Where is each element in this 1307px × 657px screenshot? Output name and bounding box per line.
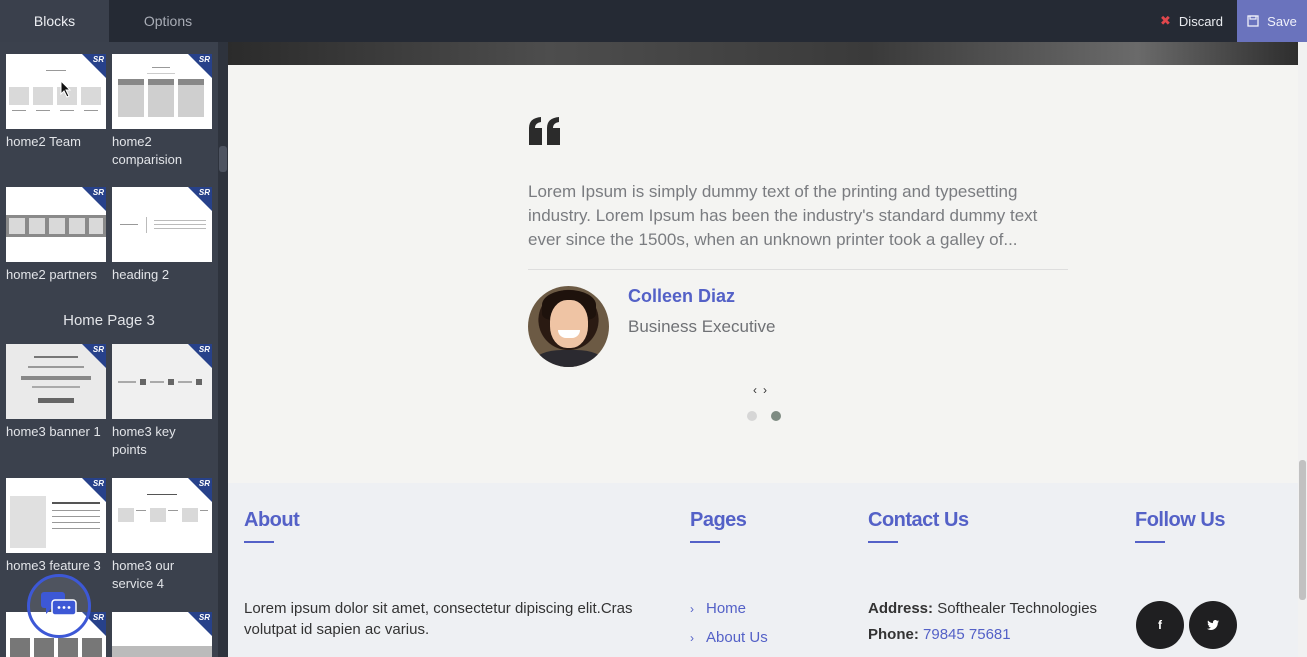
page-canvas[interactable]: Lorem Ipsum is simply dummy text of the … xyxy=(228,42,1298,657)
page-scrollbar-thumb[interactable] xyxy=(1299,460,1306,600)
sr-badge: SR xyxy=(198,188,210,197)
block-label: home2 Team xyxy=(6,134,81,149)
block-label: heading 2 xyxy=(112,267,170,282)
testimonial-name: Colleen Diaz xyxy=(628,286,736,306)
block-thumbnail: SR xyxy=(112,187,212,262)
block-heading-2[interactable]: SR heading 2 xyxy=(112,187,212,284)
phone-label: Phone: xyxy=(868,626,919,643)
tab-blocks[interactable]: Blocks xyxy=(0,0,109,42)
footer-address: Address: Softhealer Technologies xyxy=(868,598,1097,619)
chevron-right-icon: › xyxy=(690,631,694,645)
heading-underline xyxy=(868,541,898,543)
block-home3-key-points[interactable]: SR home3 key points xyxy=(112,344,212,459)
block-home3-feature-3[interactable]: SR home3 feature 3 xyxy=(6,478,106,575)
carousel-dot-2-active[interactable] xyxy=(771,411,781,421)
footer-about-heading: About xyxy=(244,509,300,531)
block-thumbnail: SR xyxy=(112,344,212,419)
avatar xyxy=(528,286,609,367)
carousel-prev-button[interactable]: ‹ xyxy=(753,383,763,397)
sr-badge: SR xyxy=(92,613,104,622)
block-label: home3 key points xyxy=(112,424,176,457)
sidebar-scrollbar[interactable] xyxy=(218,42,228,657)
sr-badge: SR xyxy=(198,613,210,622)
address-value: Softhealer Technologies xyxy=(937,600,1098,617)
block-thumbnail: SR xyxy=(112,54,212,129)
sr-badge: SR xyxy=(198,55,210,64)
sr-badge: SR xyxy=(198,479,210,488)
chevron-right-icon: › xyxy=(690,602,694,616)
sr-badge: SR xyxy=(198,345,210,354)
discard-label: Discard xyxy=(1178,13,1223,29)
facebook-icon[interactable]: f xyxy=(1136,601,1184,649)
blocks-sidebar[interactable]: SR home2 Team SR home2 comparision SR ho… xyxy=(0,42,218,657)
section-title-home-page-3: Home Page 3 xyxy=(63,312,155,329)
heading-underline xyxy=(244,541,274,543)
chat-bubble-icon xyxy=(41,592,77,616)
block-partial-2[interactable]: SR xyxy=(112,612,212,657)
carousel-next-button[interactable]: › xyxy=(763,383,773,397)
heading-underline xyxy=(690,541,720,543)
chat-widget-button[interactable] xyxy=(27,574,91,638)
footer-contact-heading: Contact Us xyxy=(868,509,969,531)
footer-link-about-us[interactable]: About Us xyxy=(706,629,768,646)
footer-follow-heading: Follow Us xyxy=(1135,509,1225,531)
close-icon: ✖ xyxy=(1160,13,1171,28)
carousel-arrows: ‹› xyxy=(753,383,773,397)
save-label: Save xyxy=(1267,13,1297,29)
divider xyxy=(528,269,1068,270)
sr-badge: SR xyxy=(92,188,104,197)
block-home3-banner-1[interactable]: SR home3 banner 1 xyxy=(6,344,106,441)
carousel-dot-1[interactable] xyxy=(747,411,757,421)
address-label: Address: xyxy=(868,600,934,617)
twitter-icon[interactable] xyxy=(1189,601,1237,649)
block-thumbnail: SR xyxy=(112,612,212,657)
sidebar-scrollbar-thumb[interactable] xyxy=(219,146,227,172)
editor-topbar: Blocks Options ✖ Discard Save xyxy=(0,0,1307,42)
mouse-cursor-icon xyxy=(60,80,72,98)
block-thumbnail: SR xyxy=(6,54,106,129)
sr-badge: SR xyxy=(92,345,104,354)
block-label: home2 comparision xyxy=(112,134,183,167)
discard-button[interactable]: ✖ Discard xyxy=(1146,0,1237,42)
testimonial-quote: Lorem Ipsum is simply dummy text of the … xyxy=(528,182,1038,249)
block-home2-partners[interactable]: SR home2 partners xyxy=(6,187,106,284)
sr-badge: SR xyxy=(92,479,104,488)
page-builder: Blocks Options ✖ Discard Save SR home2 T… xyxy=(0,0,1307,657)
block-home3-our-service-4[interactable]: SR home3 our service 4 xyxy=(112,478,212,593)
footer-about-text: Lorem ipsum dolor sit amet, consectetur … xyxy=(244,600,633,638)
quote-icon xyxy=(529,117,560,145)
block-thumbnail: SR xyxy=(112,478,212,553)
floppy-disk-icon xyxy=(1247,15,1259,27)
testimonial-role: Business Executive xyxy=(628,317,776,336)
sr-badge: SR xyxy=(92,55,104,64)
phone-link[interactable]: 79845 75681 xyxy=(923,626,1011,643)
heading-underline xyxy=(1135,541,1165,543)
block-thumbnail: SR xyxy=(6,478,106,553)
footer-pages-heading: Pages xyxy=(690,509,747,531)
footer-link-home[interactable]: Home xyxy=(706,600,746,617)
banner-image xyxy=(228,42,1298,65)
block-label: home3 feature 3 xyxy=(6,558,101,573)
block-label: home3 our service 4 xyxy=(112,558,175,591)
block-label: home2 partners xyxy=(6,267,98,282)
tab-options[interactable]: Options xyxy=(109,0,227,42)
block-home2-team[interactable]: SR home2 Team xyxy=(6,54,106,151)
block-home2-comparision[interactable]: SR home2 comparision xyxy=(112,54,212,169)
page-scrollbar[interactable] xyxy=(1298,42,1307,657)
block-thumbnail: SR xyxy=(6,187,106,262)
footer-phone: Phone: 79845 75681 xyxy=(868,624,1011,645)
save-button[interactable]: Save xyxy=(1237,0,1307,42)
block-label: home3 banner 1 xyxy=(6,424,101,439)
block-thumbnail: SR xyxy=(6,344,106,419)
